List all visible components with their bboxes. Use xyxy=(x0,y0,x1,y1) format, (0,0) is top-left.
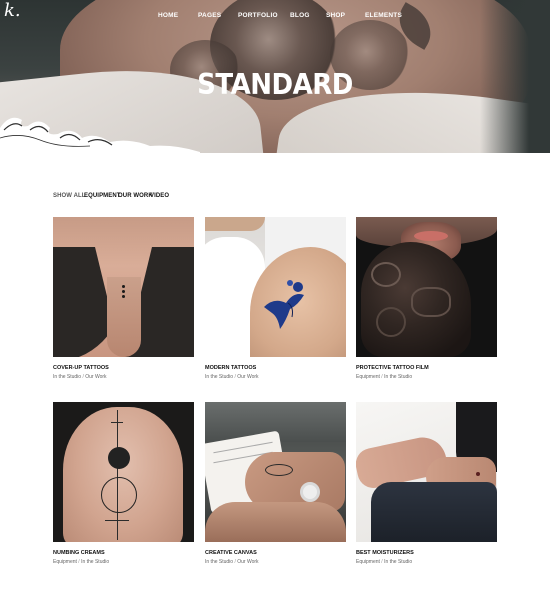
portfolio-card-title[interactable]: COVER-UP TATTOOS xyxy=(53,365,109,371)
filter-equipment[interactable]: EQUIPMENT xyxy=(84,193,121,199)
category-link[interactable]: Our Work xyxy=(85,374,106,380)
portfolio-image-numbing-creams[interactable] xyxy=(53,402,194,542)
category-link[interactable]: Our Work xyxy=(237,559,258,565)
wave-ornament-icon xyxy=(0,117,200,153)
nav-item-blog[interactable]: BLOG xyxy=(290,12,310,19)
category-link[interactable]: Our Work xyxy=(237,374,258,380)
main-navigation: HOME PAGES PORTFOLIO BLOG SHOP ELEMENTS xyxy=(0,12,550,26)
portfolio-card-categories: In the Studio / Our Work xyxy=(205,374,259,380)
nav-item-portfolio[interactable]: PORTFOLIO xyxy=(238,12,278,19)
category-link[interactable]: In the Studio xyxy=(384,374,412,380)
category-link[interactable]: In the Studio xyxy=(81,559,109,565)
portfolio-card-title[interactable]: CREATIVE CANVAS xyxy=(205,550,257,556)
portfolio-card-categories: Equipment / In the Studio xyxy=(53,559,109,565)
category-link[interactable]: Equipment xyxy=(356,559,380,565)
portfolio-card-title[interactable]: MODERN TATTOOS xyxy=(205,365,256,371)
portfolio-card-categories: Equipment / In the Studio xyxy=(356,374,412,380)
category-link[interactable]: Equipment xyxy=(53,559,77,565)
filter-our-work[interactable]: OUR WORK xyxy=(118,193,153,199)
portfolio-image-modern[interactable] xyxy=(205,217,346,357)
category-link[interactable]: In the Studio xyxy=(384,559,412,565)
filter-show-all[interactable]: SHOW ALL xyxy=(53,193,86,199)
portfolio-card-title[interactable]: NUMBING CREAMS xyxy=(53,550,105,556)
category-link[interactable]: Equipment xyxy=(356,374,380,380)
nav-item-elements[interactable]: ELEMENTS xyxy=(365,12,402,19)
nav-item-home[interactable]: HOME xyxy=(158,12,178,19)
portfolio-image-cover-up[interactable] xyxy=(53,217,194,357)
category-link[interactable]: In the Studio xyxy=(205,559,233,565)
category-link[interactable]: In the Studio xyxy=(205,374,233,380)
portfolio-image-protective-film[interactable] xyxy=(356,217,497,357)
portfolio-card-categories: In the Studio / Our Work xyxy=(205,559,259,565)
portfolio-card-categories: Equipment / In the Studio xyxy=(356,559,412,565)
portfolio-card-categories: In the Studio / Our Work xyxy=(53,374,107,380)
hero-banner: k. HOME PAGES PORTFOLIO BLOG SHOP ELEMEN… xyxy=(0,0,550,153)
filter-video[interactable]: VIDEO xyxy=(150,193,169,199)
category-link[interactable]: In the Studio xyxy=(53,374,81,380)
portfolio-image-best-moisturizers[interactable] xyxy=(356,402,497,542)
nav-item-pages[interactable]: PAGES xyxy=(198,12,221,19)
page-title: STANDARD xyxy=(197,68,353,102)
portfolio-card-title[interactable]: BEST MOISTURIZERS xyxy=(356,550,414,556)
portfolio-card-title[interactable]: PROTECTIVE TATTOO FILM xyxy=(356,365,429,371)
nav-item-shop[interactable]: SHOP xyxy=(326,12,345,19)
portfolio-image-creative-canvas[interactable] xyxy=(205,402,346,542)
bird-tattoo xyxy=(264,280,304,329)
